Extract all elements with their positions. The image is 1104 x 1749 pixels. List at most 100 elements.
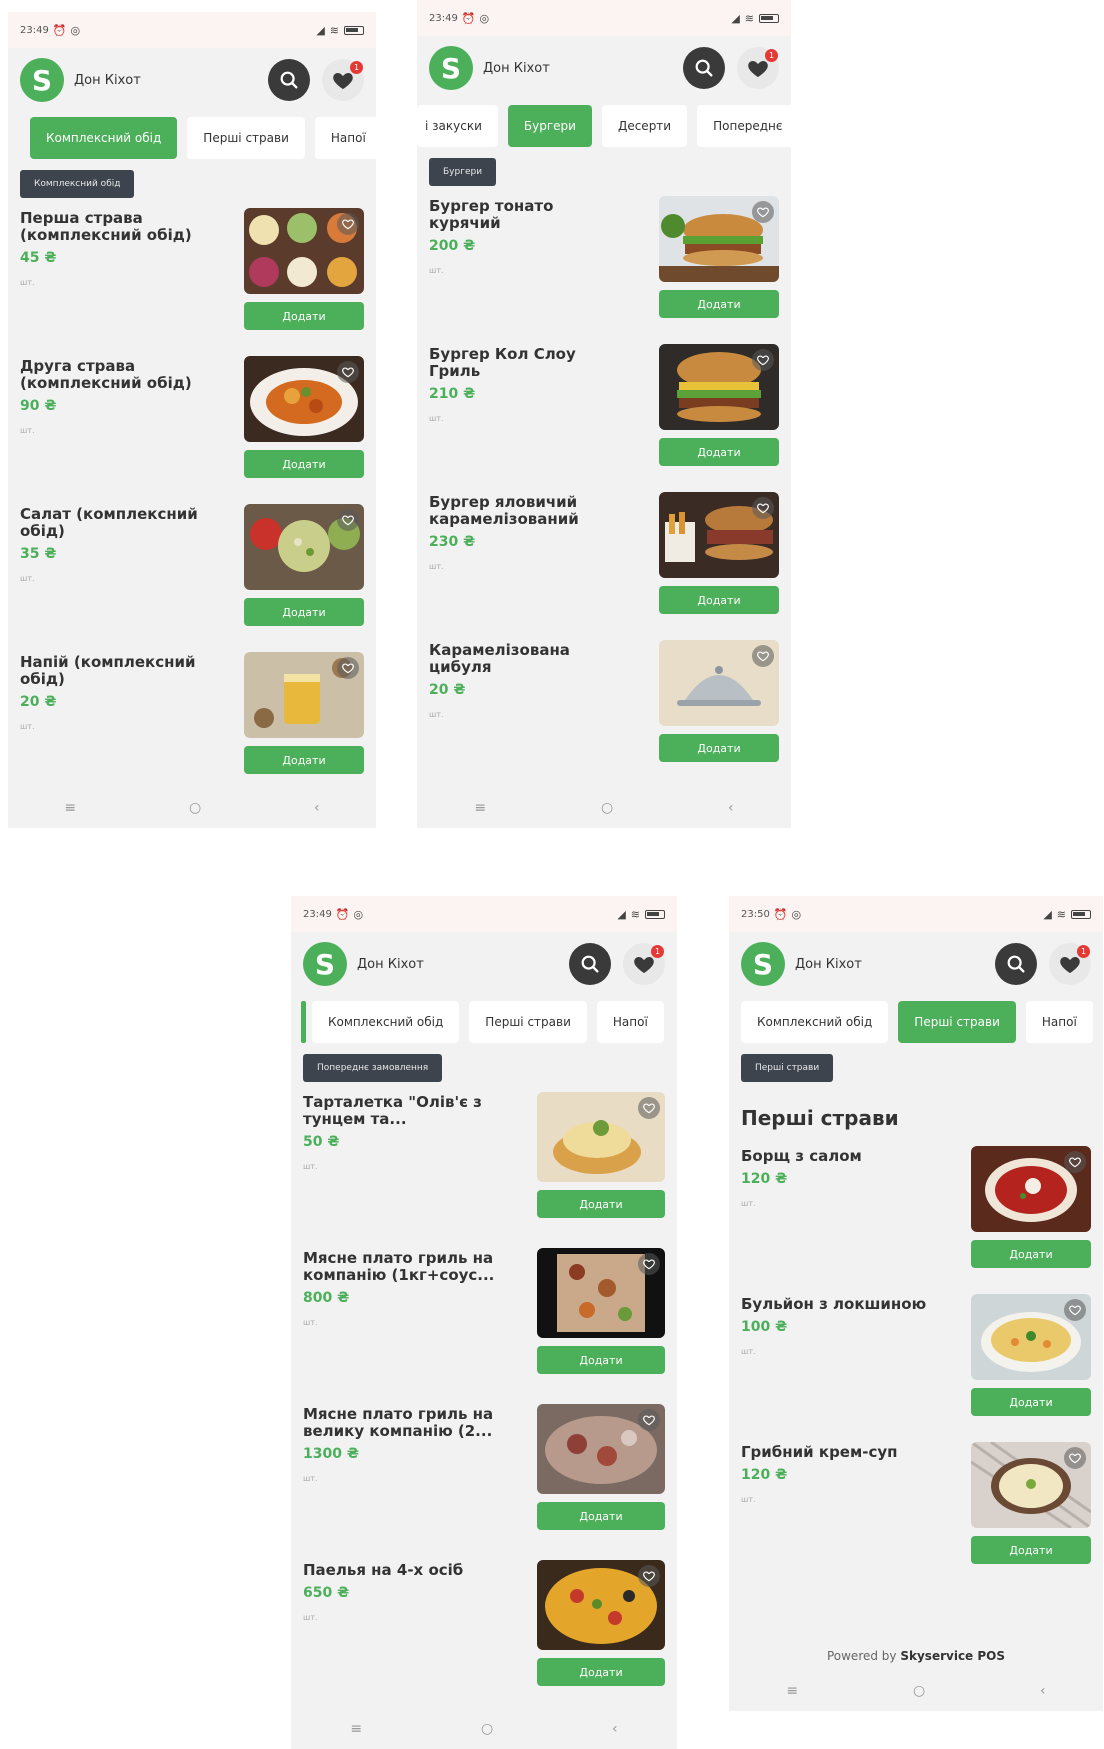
search-button[interactable] (683, 47, 725, 89)
logo[interactable]: S (429, 46, 473, 90)
add-button[interactable]: Додати (659, 734, 779, 762)
item-name: Перша страва (комплексний обід) (20, 209, 192, 244)
favorite-heart-icon[interactable] (752, 201, 774, 223)
nav-back-icon[interactable]: ‹ (728, 800, 734, 816)
battery-icon (344, 25, 364, 35)
favorites-button[interactable]: 1 (1049, 943, 1091, 985)
add-button[interactable]: Додати (971, 1388, 1091, 1416)
item-image[interactable] (244, 504, 364, 590)
tab-burgers[interactable]: Бургери (507, 105, 592, 147)
favorite-heart-icon[interactable] (1064, 1299, 1086, 1321)
tab-drinks[interactable]: Напої (596, 1001, 664, 1043)
category-tabs: Комплексний обід Перші страви Напої (729, 996, 1103, 1048)
favorites-badge: 1 (765, 49, 778, 62)
subcategory-chip[interactable]: Комплексний обід (20, 170, 135, 198)
logo[interactable]: S (20, 58, 64, 102)
favorite-heart-icon[interactable] (1064, 1151, 1086, 1173)
category-tabs: Комплексний обід Перші страви Напої (8, 112, 376, 164)
favorites-button[interactable]: 1 (623, 943, 665, 985)
search-button[interactable] (569, 943, 611, 985)
tab-snacks[interactable]: і закуски (417, 105, 498, 147)
nav-home-icon[interactable]: ○ (481, 1721, 493, 1737)
list-item: Мясне плато гриль на велику компанію (2.… (291, 1394, 677, 1550)
favorite-heart-icon[interactable] (638, 1253, 660, 1275)
subcategory-chip[interactable]: Попереднє замовлення (303, 1054, 443, 1082)
add-button[interactable]: Додати (537, 1502, 665, 1530)
item-image[interactable] (659, 196, 779, 282)
add-button[interactable]: Додати (659, 586, 779, 614)
tab-preorder[interactable]: Попереднє (697, 105, 791, 147)
tab-first-courses[interactable]: Перші страви (469, 1001, 587, 1043)
favorite-heart-icon[interactable] (752, 349, 774, 371)
add-button[interactable]: Додати (659, 290, 779, 318)
item-image[interactable] (537, 1404, 665, 1494)
item-unit: шт. (20, 278, 35, 287)
item-image[interactable] (659, 344, 779, 430)
add-button[interactable]: Додати (537, 1190, 665, 1218)
logo[interactable]: S (303, 942, 347, 986)
nav-back-icon[interactable]: ‹ (612, 1721, 618, 1737)
favorites-button[interactable]: 1 (322, 59, 364, 101)
favorite-heart-icon[interactable] (752, 497, 774, 519)
favorites-button[interactable]: 1 (737, 47, 779, 89)
item-image[interactable] (971, 1442, 1091, 1528)
subcategory-chip[interactable]: Перші страви (741, 1054, 834, 1082)
nav-back-icon[interactable]: ‹ (314, 800, 320, 816)
favorite-heart-icon[interactable] (752, 645, 774, 667)
item-image[interactable] (244, 356, 364, 442)
favorite-heart-icon[interactable] (337, 213, 359, 235)
item-image[interactable] (971, 1146, 1091, 1232)
add-button[interactable]: Додати (244, 598, 364, 626)
item-image[interactable] (537, 1092, 665, 1182)
tab-complex-lunch[interactable]: Комплексний обід (30, 117, 178, 159)
item-image[interactable] (244, 652, 364, 738)
tab-drinks[interactable]: Напої (314, 117, 376, 159)
logo[interactable]: S (741, 942, 785, 986)
item-price: 210 ₴ (429, 386, 476, 402)
add-button[interactable]: Додати (971, 1536, 1091, 1564)
tab-complex-lunch[interactable]: Комплексний обід (312, 1001, 460, 1043)
item-image[interactable] (537, 1248, 665, 1338)
tab-desserts[interactable]: Десерти (601, 105, 688, 147)
tab-drinks[interactable]: Напої (1025, 1001, 1093, 1043)
item-image[interactable] (244, 208, 364, 294)
favorite-heart-icon[interactable] (1064, 1447, 1086, 1469)
add-button[interactable]: Додати (537, 1346, 665, 1374)
item-image[interactable] (537, 1560, 665, 1650)
powered-brand-link[interactable]: Skyservice POS (900, 1649, 1005, 1663)
favorite-heart-icon[interactable] (337, 509, 359, 531)
nav-menu-icon[interactable]: ≡ (474, 800, 486, 816)
signal-icon: ◢ (617, 907, 626, 921)
item-image[interactable] (659, 492, 779, 578)
nav-home-icon[interactable]: ○ (913, 1683, 925, 1699)
add-button[interactable]: Додати (537, 1658, 665, 1686)
item-image[interactable] (659, 640, 779, 726)
tab-first-courses[interactable]: Перші страви (898, 1001, 1016, 1043)
tab-first-courses[interactable]: Перші страви (187, 117, 305, 159)
nav-home-icon[interactable]: ○ (601, 800, 613, 816)
search-button[interactable] (995, 943, 1037, 985)
nav-back-icon[interactable]: ‹ (1040, 1683, 1046, 1699)
add-button[interactable]: Додати (659, 438, 779, 466)
nav-menu-icon[interactable]: ≡ (350, 1721, 362, 1737)
add-button[interactable]: Додати (244, 450, 364, 478)
item-unit: шт. (20, 722, 35, 731)
tab-complex-lunch[interactable]: Комплексний обід (741, 1001, 889, 1043)
add-button[interactable]: Додати (971, 1240, 1091, 1268)
list-item: Салат (комплексний обід) 35 ₴ шт. Додати (8, 494, 376, 642)
item-image[interactable] (971, 1294, 1091, 1380)
add-button[interactable]: Додати (244, 746, 364, 774)
favorite-heart-icon[interactable] (638, 1097, 660, 1119)
whatsapp-icon: ◎ (353, 907, 364, 921)
add-button[interactable]: Додати (244, 302, 364, 330)
favorite-heart-icon[interactable] (638, 1409, 660, 1431)
nav-menu-icon[interactable]: ≡ (786, 1683, 798, 1699)
favorite-heart-icon[interactable] (337, 361, 359, 383)
favorite-heart-icon[interactable] (337, 657, 359, 679)
subcategory-chip[interactable]: Бургери (429, 158, 497, 186)
nav-home-icon[interactable]: ○ (189, 800, 201, 816)
favorite-heart-icon[interactable] (638, 1565, 660, 1587)
search-button[interactable] (268, 59, 310, 101)
list-item: Бургер Кол Слоу Гриль 210 ₴ шт. Додати (417, 334, 791, 482)
nav-menu-icon[interactable]: ≡ (64, 800, 76, 816)
